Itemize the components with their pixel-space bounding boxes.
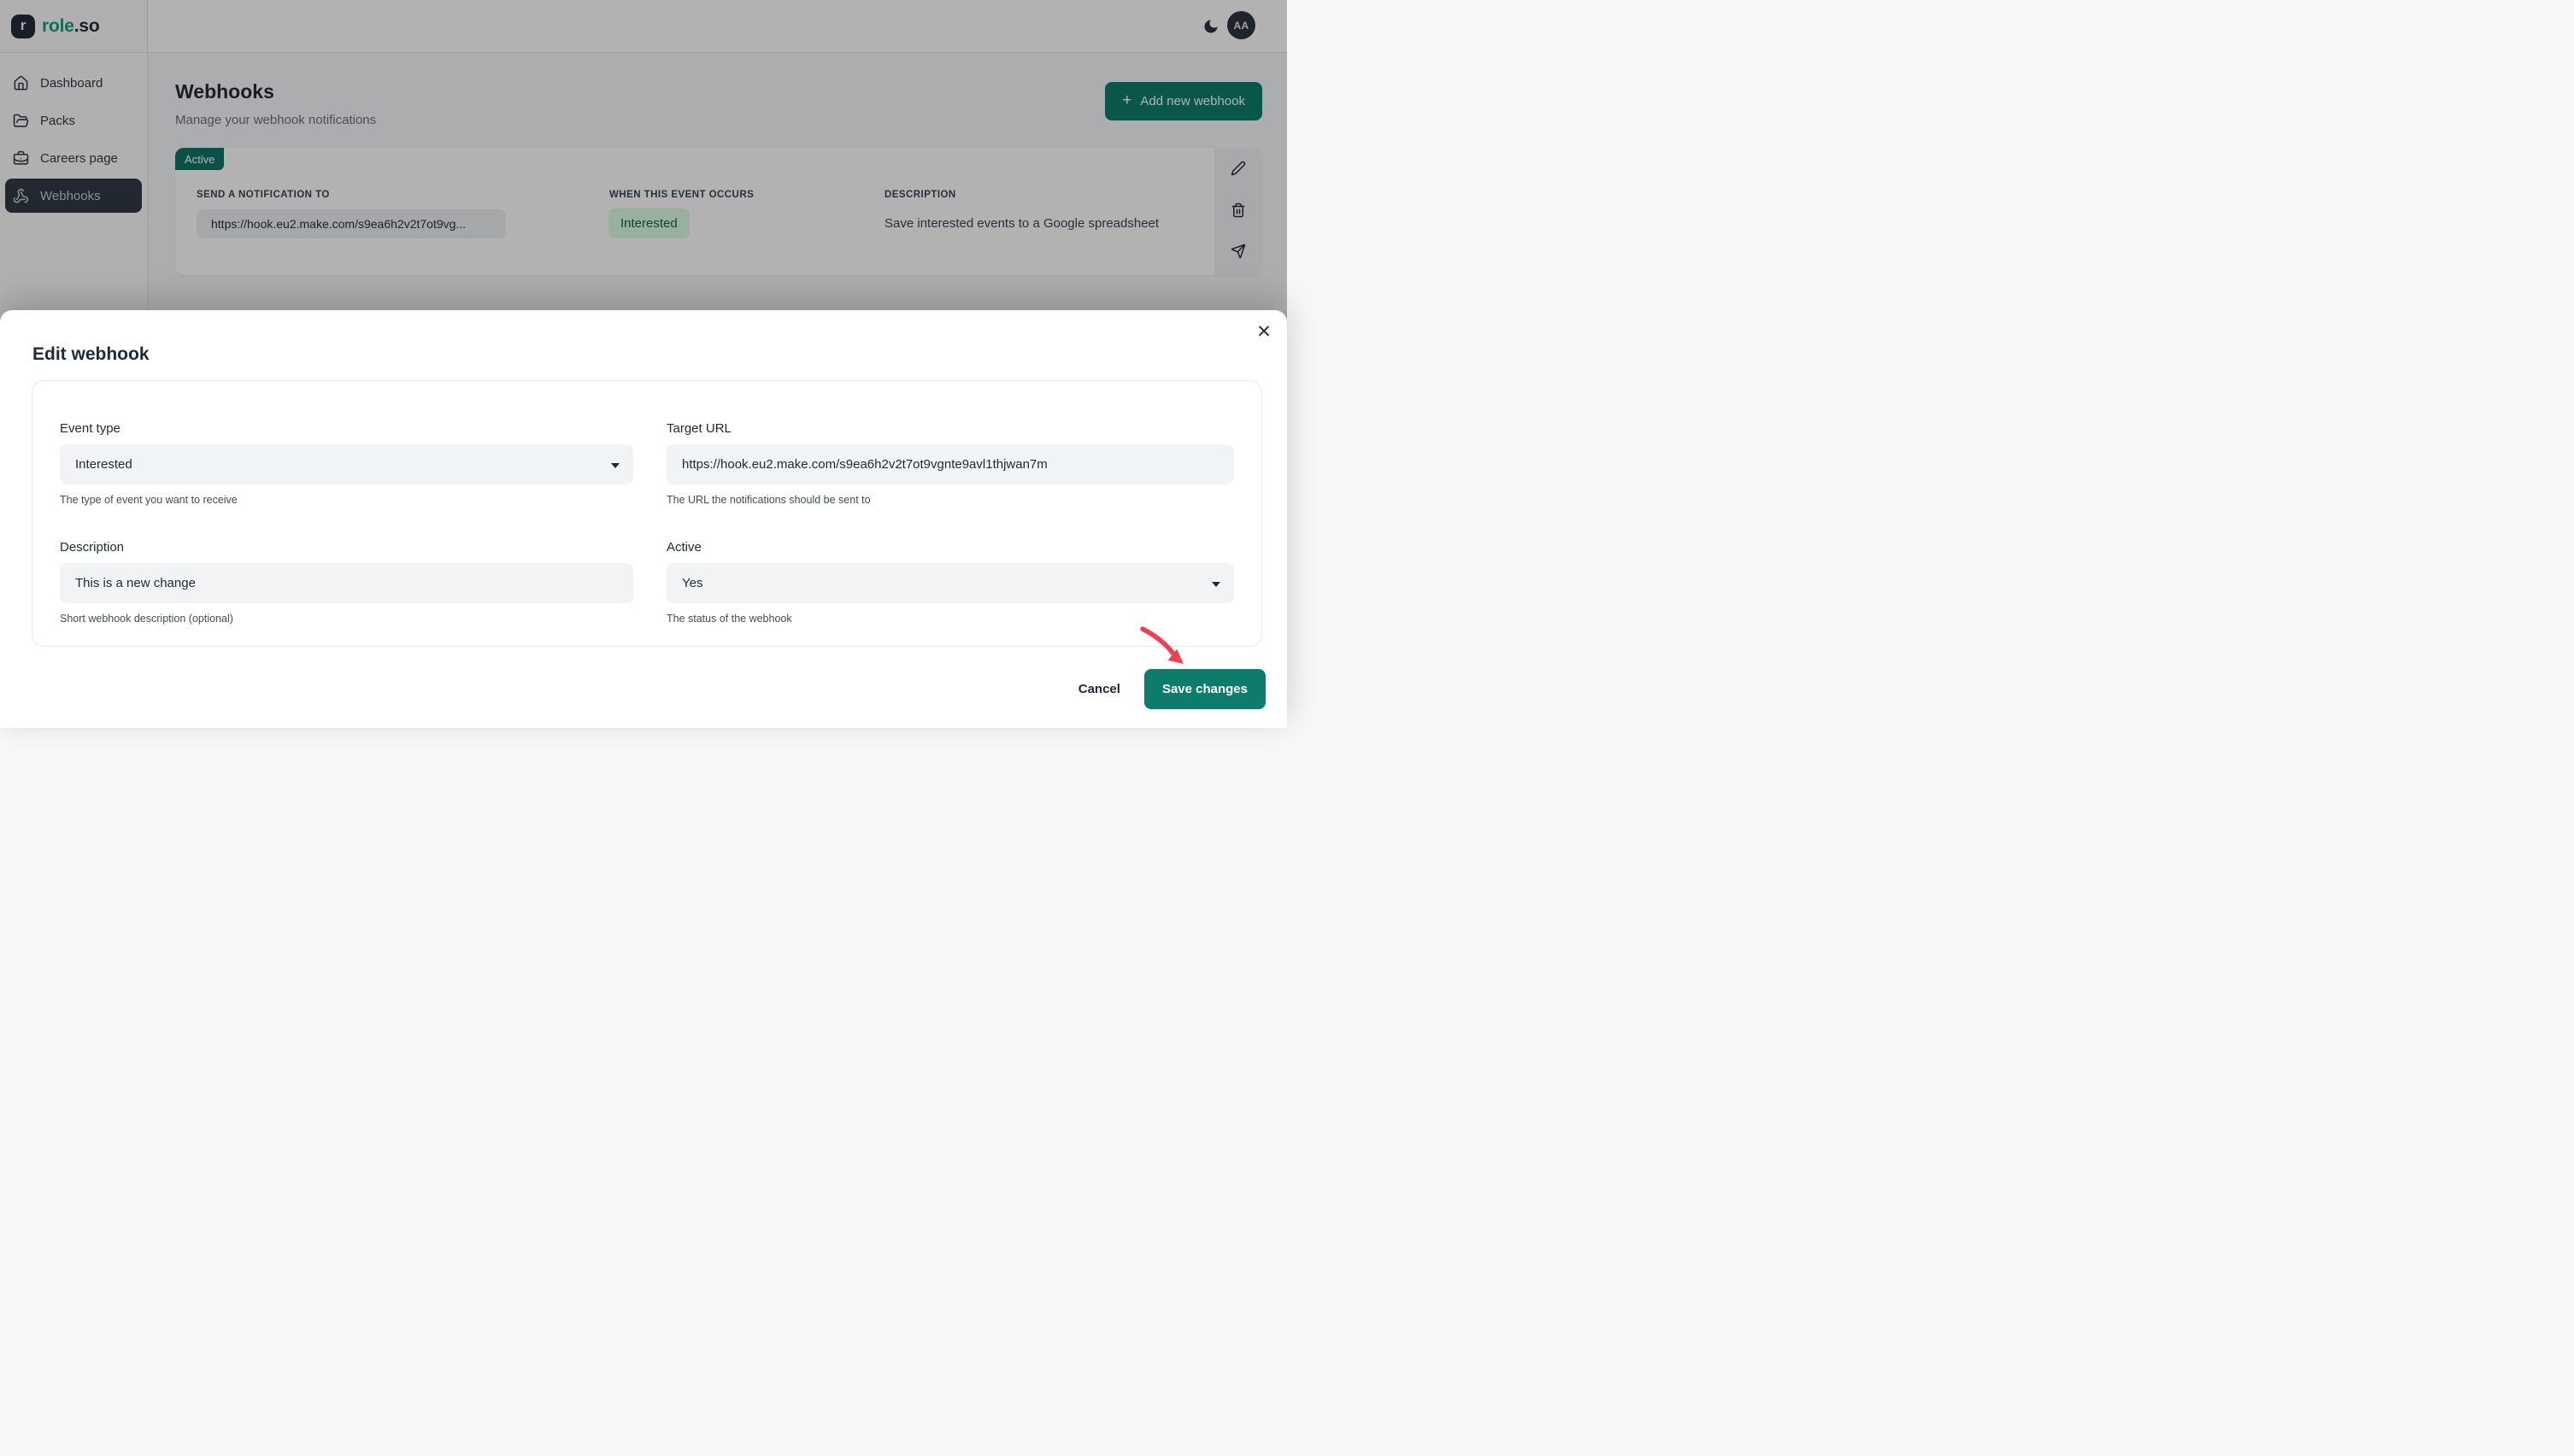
- event-type-group: Event type Interested The type of event …: [60, 421, 633, 506]
- target-url-input[interactable]: [667, 444, 1234, 484]
- webhook-form: Event type Interested The type of event …: [32, 380, 1262, 647]
- event-type-label: Event type: [60, 421, 633, 436]
- description-helper: Short webhook description (optional): [60, 613, 633, 625]
- active-select[interactable]: Yes: [667, 563, 1234, 603]
- close-icon: ✕: [1256, 322, 1272, 342]
- modal-title: Edit webhook: [32, 344, 150, 365]
- active-value: Yes: [682, 576, 702, 590]
- modal-footer: Cancel Save changes: [1078, 669, 1266, 709]
- description-label: Description: [60, 540, 633, 555]
- description-group: Description Short webhook description (o…: [60, 540, 633, 625]
- target-url-group: Target URL The URL the notifications sho…: [667, 421, 1234, 506]
- target-url-helper: The URL the notifications should be sent…: [667, 494, 1234, 506]
- event-type-helper: The type of event you want to receive: [60, 494, 633, 506]
- description-input[interactable]: [60, 563, 633, 603]
- chevron-down-icon: [611, 463, 620, 468]
- active-group: Active Yes The status of the webhook: [667, 540, 1234, 625]
- event-type-value: Interested: [75, 457, 132, 472]
- edit-webhook-modal: ✕ Edit webhook Event type Interested The…: [0, 310, 1287, 728]
- target-url-label: Target URL: [667, 421, 1234, 436]
- active-helper: The status of the webhook: [667, 613, 1234, 625]
- save-changes-button[interactable]: Save changes: [1144, 669, 1266, 709]
- chevron-down-icon: [1212, 582, 1220, 587]
- active-label: Active: [667, 540, 1234, 555]
- event-type-select[interactable]: Interested: [60, 444, 633, 484]
- close-button[interactable]: ✕: [1251, 319, 1277, 344]
- cancel-button[interactable]: Cancel: [1078, 682, 1120, 696]
